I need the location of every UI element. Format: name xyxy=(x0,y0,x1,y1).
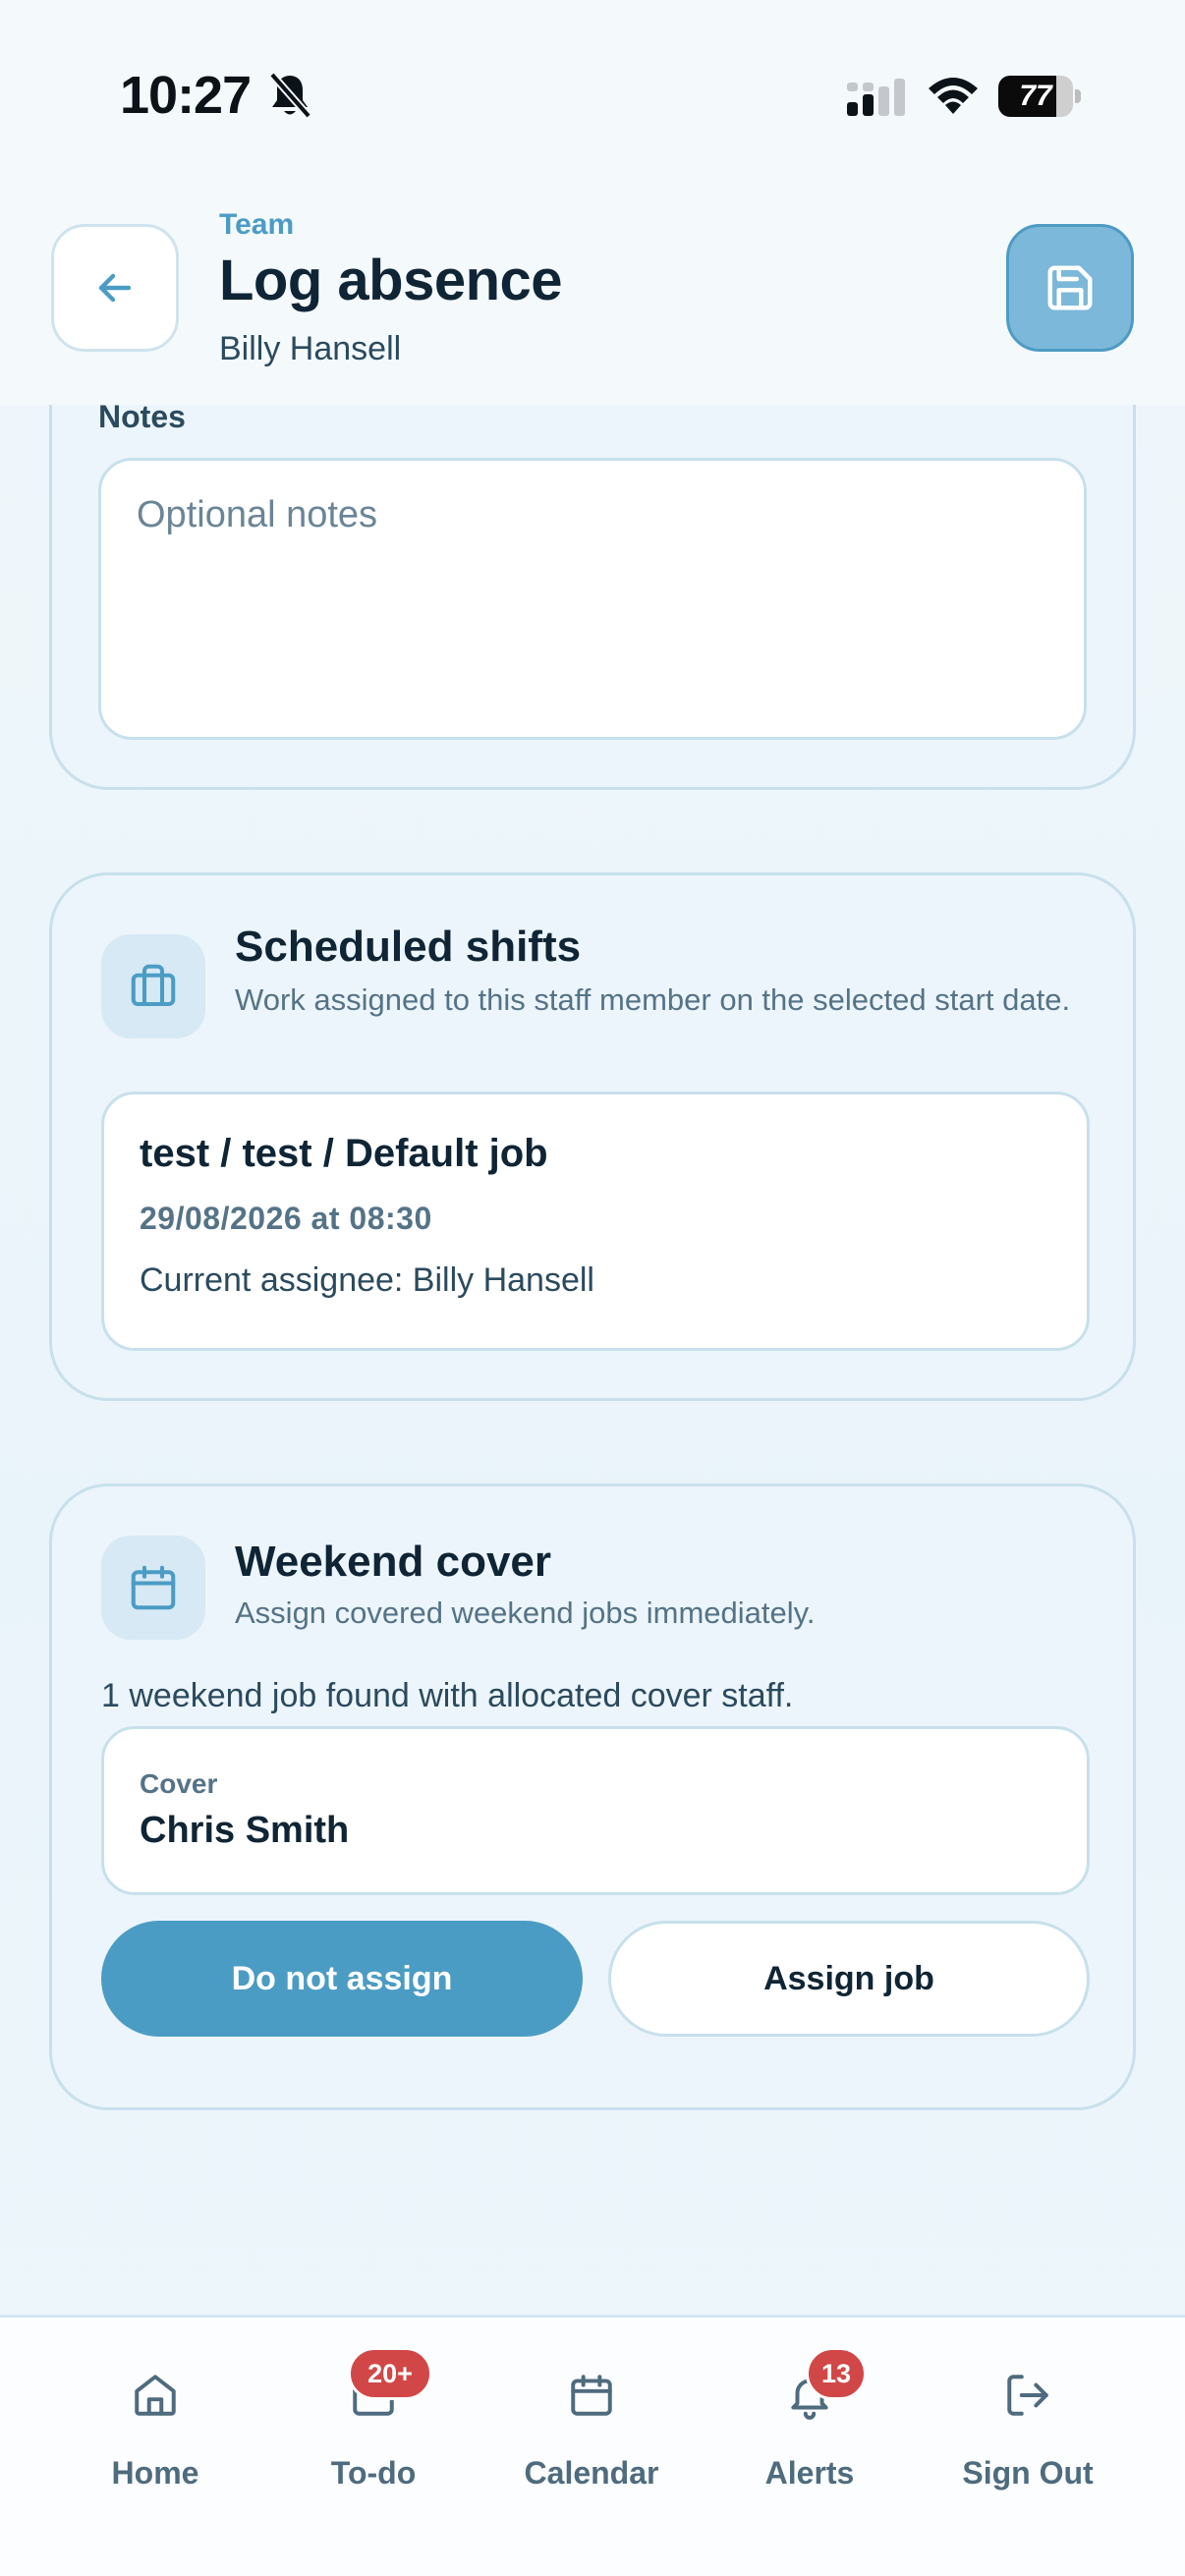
tab-calendar[interactable]: Calendar xyxy=(483,2347,700,2491)
scheduled-shifts-description: Work assigned to this staff member on th… xyxy=(235,982,1071,1017)
page-title: Log absence xyxy=(219,249,563,312)
battery-indicator: 77 xyxy=(998,76,1081,117)
shift-date: 29/08/2026 at 08:30 xyxy=(140,1201,432,1236)
weekend-cover-card: Weekend cover Assign covered weekend job… xyxy=(49,1484,1136,2110)
shift-title: test / test / Default job xyxy=(140,1132,548,1175)
arrow-left-icon xyxy=(98,273,132,303)
weekend-cover-description: Assign covered weekend jobs immediately. xyxy=(235,1596,816,1630)
cellular-signal-icon xyxy=(847,79,905,116)
alerts-badge: 13 xyxy=(806,2347,867,2400)
tab-todo[interactable]: 20+ To-do xyxy=(265,2347,481,2491)
calendar-icon xyxy=(101,1536,205,1640)
bell-muted-icon xyxy=(268,72,312,119)
tab-label: To-do xyxy=(330,2455,417,2491)
tab-label: Sign Out xyxy=(962,2455,1094,2491)
battery-percent: 77 xyxy=(1019,80,1052,112)
wifi-icon xyxy=(929,78,978,114)
tab-sign-out[interactable]: Sign Out xyxy=(920,2347,1136,2491)
tab-label: Home xyxy=(111,2455,199,2491)
tab-label: Calendar xyxy=(524,2455,659,2491)
sign-out-icon xyxy=(1007,2375,1048,2416)
shift-item: test / test / Default job 29/08/2026 at … xyxy=(101,1092,1090,1351)
cover-label: Cover xyxy=(140,1768,218,1799)
home-icon xyxy=(135,2375,176,2416)
shift-assignee: Current assignee: Billy Hansell xyxy=(140,1261,594,1299)
back-button[interactable] xyxy=(51,224,179,352)
status-bar: 10:27 77 xyxy=(0,0,1185,187)
cover-staff-name: Chris Smith xyxy=(140,1810,350,1851)
bottom-tab-bar: Home 20+ To-do Calendar 13 Alerts Sign O… xyxy=(0,2315,1185,2576)
page-subtitle: Billy Hansell xyxy=(219,330,402,367)
todo-badge: 20+ xyxy=(348,2347,432,2400)
save-button[interactable] xyxy=(1006,224,1134,352)
weekend-jobs-found-text: 1 weekend job found with allocated cover… xyxy=(101,1677,794,1714)
notes-textarea[interactable]: Optional notes xyxy=(98,458,1087,740)
tab-alerts[interactable]: 13 Alerts xyxy=(702,2347,918,2491)
weekend-cover-title: Weekend cover xyxy=(235,1538,552,1586)
cover-staff-box: Cover Chris Smith xyxy=(101,1726,1090,1895)
page-kicker: Team xyxy=(219,208,295,241)
scheduled-shifts-title: Scheduled shifts xyxy=(235,923,582,971)
calendar-icon xyxy=(571,2375,612,2416)
tab-home[interactable]: Home xyxy=(47,2347,263,2491)
status-time: 10:27 xyxy=(120,66,252,125)
cover-action-buttons: Do not assign Assign job xyxy=(101,1921,1090,2037)
tab-label: Alerts xyxy=(764,2455,855,2491)
save-icon xyxy=(1047,265,1093,310)
do-not-assign-button[interactable]: Do not assign xyxy=(101,1921,583,2037)
scheduled-shifts-card: Scheduled shifts Work assigned to this s… xyxy=(49,872,1136,1401)
briefcase-icon xyxy=(101,934,205,1038)
assign-job-button[interactable]: Assign job xyxy=(608,1921,1090,2037)
page-header: Team Log absence Billy Hansell xyxy=(0,187,1185,405)
